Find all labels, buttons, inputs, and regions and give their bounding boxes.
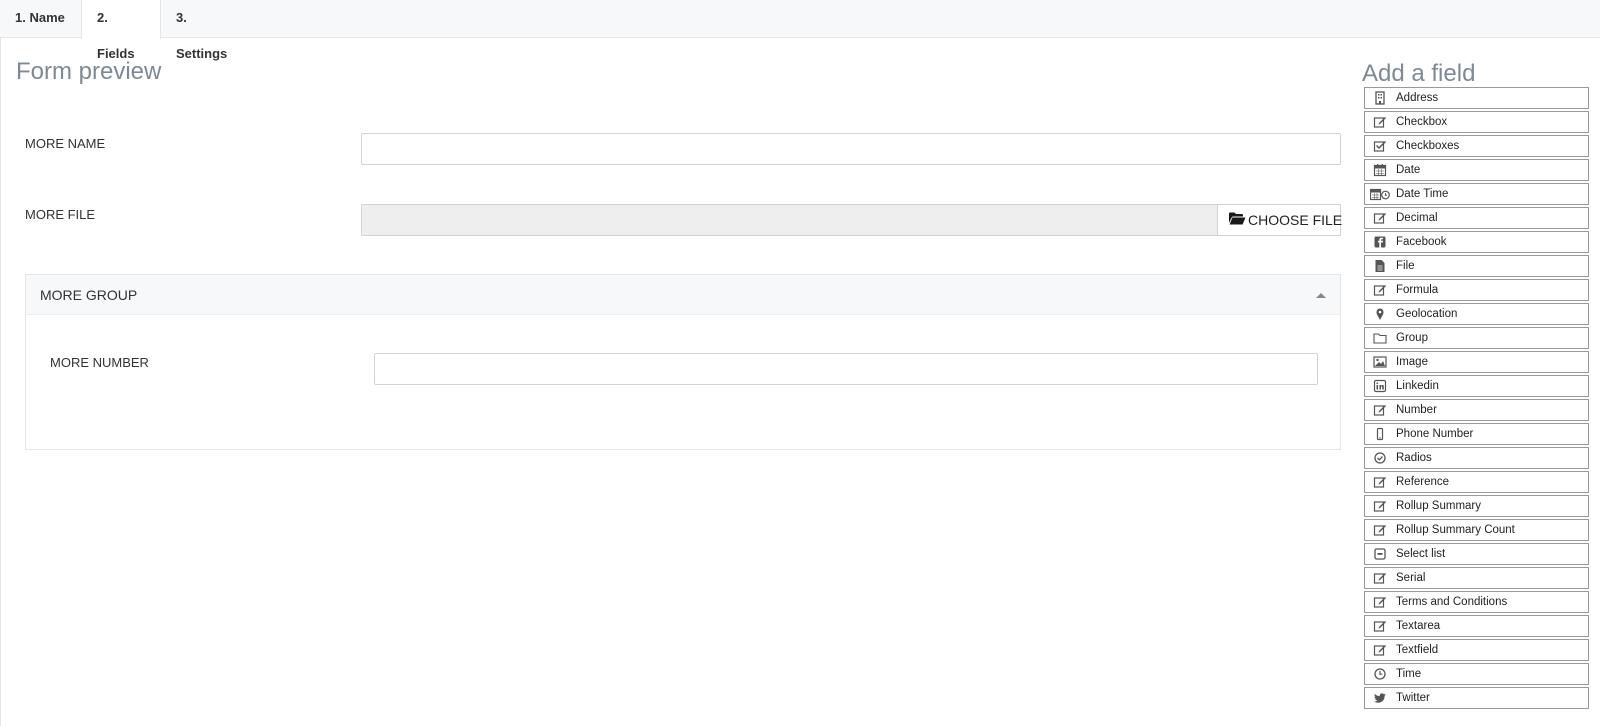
add-field-item-label: Number [1396,404,1437,416]
tab-fields[interactable]: 2. Fields [81,0,161,61]
add-field-list: Address Checkbox Checkboxes Date Date Time De… [1364,87,1589,711]
edit-icon [1373,403,1387,417]
file-path-display [361,204,1341,236]
add-field-item[interactable]: Rollup Summary Count [1364,519,1589,541]
add-field-item[interactable]: Date Time [1364,183,1589,205]
add-field-item-label: Date Time [1396,188,1449,200]
edit-icon [1373,115,1387,129]
wizard-tabs: 1. Name 2. Fields 3. Settings [0,0,1600,61]
calendar-icon [1373,163,1387,177]
more-number-input[interactable] [374,353,1318,385]
add-field-item-label: Select list [1396,548,1446,560]
more-number-label: MORE NUMBER [50,355,149,370]
add-field-item[interactable]: Number [1364,399,1589,421]
map-pin-icon [1373,307,1387,321]
add-field-item-label: Date [1396,164,1421,176]
add-field-item[interactable]: Decimal [1364,207,1589,229]
add-field-item-label: Twitter [1396,692,1430,704]
more-group-header[interactable]: MORE GROUP [26,275,1340,315]
facebook-icon [1373,235,1387,249]
add-field-item-label: Linkedin [1396,380,1439,392]
add-field-item[interactable]: Group [1364,327,1589,349]
add-field-item[interactable]: Date [1364,159,1589,181]
mobile-icon [1373,427,1387,441]
add-field-item-label: Checkbox [1396,116,1448,128]
more-group-panel: MORE GROUP MORE NUMBER [25,274,1341,450]
edit-icon [1373,211,1387,225]
add-field-item[interactable]: Rollup Summary [1364,495,1589,517]
collapse-caret-icon[interactable] [1316,293,1326,298]
more-name-label: MORE NAME [25,136,106,151]
file-icon [1373,259,1387,273]
add-field-item[interactable]: Linkedin [1364,375,1589,397]
add-field-item-label: Rollup Summary Count [1396,524,1515,536]
edit-icon [1373,571,1387,585]
add-field-item[interactable]: Phone Number [1364,423,1589,445]
add-field-item[interactable]: Time [1364,663,1589,685]
edit-icon [1373,643,1387,657]
linkedin-icon [1373,379,1387,393]
twitter-icon [1373,691,1387,705]
radio-check-icon [1373,451,1387,465]
choose-file-label: CHOOSE FILE [1248,212,1343,228]
add-field-item[interactable]: Image [1364,351,1589,373]
tab-settings[interactable]: 3. Settings [161,0,251,61]
add-field-item-label: Reference [1396,476,1450,488]
add-field-item-label: Terms and Conditions [1396,596,1508,608]
add-field-item[interactable]: Terms and Conditions [1364,591,1589,613]
add-field-item[interactable]: Textfield [1364,639,1589,661]
add-field-item-label: Formula [1396,284,1439,296]
add-field-title: Add a field [1362,60,1476,87]
add-field-item-label: Rollup Summary [1396,500,1481,512]
more-group-title: MORE GROUP [40,287,138,303]
add-field-item-label: Serial [1396,572,1426,584]
folder-open-icon [1229,205,1246,235]
more-name-input[interactable] [361,133,1341,165]
address-icon [1373,91,1387,105]
add-field-item[interactable]: Reference [1364,471,1589,493]
add-field-item[interactable]: Select list [1364,543,1589,565]
add-field-item[interactable]: Serial [1364,567,1589,589]
edit-icon [1373,283,1387,297]
add-field-item-label: Image [1396,356,1428,368]
choose-file-button[interactable]: CHOOSE FILE [1217,204,1343,236]
folder-icon [1373,331,1387,345]
calendar-clock-icon [1369,187,1390,201]
add-field-item[interactable]: Twitter [1364,687,1589,709]
add-field-item-label: Address [1396,92,1439,104]
add-field-item-label: Group [1396,332,1428,344]
form-preview-title: Form preview [16,58,162,85]
add-field-item[interactable]: Textarea [1364,615,1589,637]
add-field-item[interactable]: Checkbox [1364,111,1589,133]
checked-box-icon [1373,139,1387,153]
add-field-item-label: Radios [1396,452,1432,464]
edit-icon [1373,619,1387,633]
edit-icon [1373,475,1387,489]
add-field-item-label: Decimal [1396,212,1438,224]
add-field-item-label: Textfield [1396,644,1439,656]
add-field-item[interactable]: Address [1364,87,1589,109]
edit-icon [1373,523,1387,537]
add-field-item[interactable]: Facebook [1364,231,1589,253]
tab-name[interactable]: 1. Name [0,0,81,38]
select-list-icon [1373,547,1387,561]
add-field-item-label: Facebook [1396,236,1447,248]
image-icon [1373,355,1387,369]
add-field-item[interactable]: File [1364,255,1589,277]
add-field-item-label: Checkboxes [1396,140,1460,152]
clock-icon [1373,667,1387,681]
edit-icon [1373,595,1387,609]
add-field-item[interactable]: Formula [1364,279,1589,301]
add-field-item[interactable]: Radios [1364,447,1589,469]
more-file-label: MORE FILE [25,207,96,222]
add-field-item-label: Textarea [1396,620,1441,632]
add-field-item-label: Phone Number [1396,428,1474,440]
add-field-item[interactable]: Geolocation [1364,303,1589,325]
add-field-item-label: Time [1396,668,1422,680]
edit-icon [1373,499,1387,513]
add-field-item[interactable]: Checkboxes [1364,135,1589,157]
add-field-item-label: File [1396,260,1415,272]
add-field-item-label: Geolocation [1396,308,1458,320]
